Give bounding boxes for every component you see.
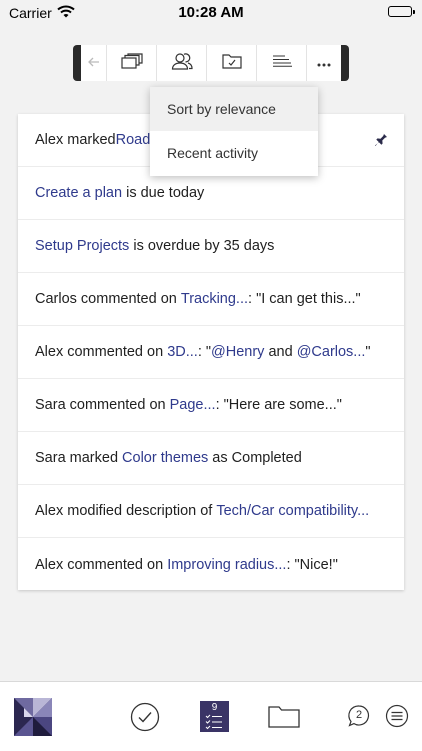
activity-list: Alex marked Road Create a plan is due to… [18, 114, 404, 590]
view-toolbar [73, 45, 349, 81]
battery-icon [388, 6, 415, 17]
clock: 10:28 AM [178, 4, 244, 21]
sort-button[interactable] [257, 45, 307, 81]
activity-text: Alex modified description of [35, 503, 217, 519]
activity-text: Sara marked [35, 450, 123, 466]
tab-notifications[interactable]: 2 [347, 704, 371, 728]
tab-folders[interactable] [268, 706, 300, 733]
sort-icon [272, 54, 292, 72]
comment-text: : "I can get this..." [248, 291, 361, 307]
boards-icon [120, 52, 143, 74]
task-link[interactable]: Road [116, 132, 151, 148]
mention-link[interactable]: @Henry [211, 344, 264, 360]
list-item[interactable]: Sara marked Color themes as Completed [18, 432, 404, 485]
more-button[interactable] [307, 45, 341, 81]
activity-text: Alex commented on [35, 556, 168, 573]
task-link[interactable]: Create a plan [35, 185, 122, 201]
comment-text: : " [197, 344, 212, 360]
more-icon [317, 54, 331, 72]
activity-text: Sara commented on [35, 397, 170, 413]
task-link[interactable]: Page... [170, 397, 216, 413]
app-logo[interactable] [14, 698, 52, 741]
activity-text: is due today [122, 185, 205, 201]
logo-icon [14, 698, 52, 736]
menu-icon [385, 704, 409, 728]
tab-bar: 9 2 [0, 681, 422, 751]
task-link[interactable]: Setup Projects [35, 238, 129, 254]
list-item[interactable]: Alex commented on Improving radius...: "… [18, 538, 404, 591]
sort-menu: Sort by relevance Recent activity [150, 87, 318, 176]
projects-button[interactable] [207, 45, 257, 81]
back-arrow-icon [87, 54, 100, 72]
list-item[interactable]: Carlos commented on Tracking...: "I can … [18, 273, 404, 326]
status-bar: Carrier 10:28 AM [0, 0, 422, 26]
comment-text: : "Here are some..." [215, 397, 342, 413]
activity-text: as Completed [208, 450, 302, 466]
activity-text: is overdue by 35 days [129, 238, 275, 254]
comment-text: and [264, 344, 297, 360]
task-list-icon [205, 714, 222, 730]
list-item[interactable]: Setup Projects is overdue by 35 days [18, 220, 404, 273]
list-item[interactable]: Sara commented on Page...: "Here are som… [18, 379, 404, 432]
task-link[interactable]: Tech/Car compatibility... [216, 503, 369, 519]
people-button[interactable] [157, 45, 207, 81]
activity-text: Carlos commented on [35, 291, 181, 307]
notification-count: 2 [355, 709, 363, 721]
list-item[interactable]: Alex modified description of Tech/Car co… [18, 485, 404, 538]
list-item[interactable]: Alex commented on 3D...: " @Henry and @Ca… [18, 326, 404, 379]
mention-link[interactable]: @Carlos... [297, 344, 366, 360]
pin-icon[interactable] [374, 131, 388, 151]
folder-check-icon [221, 53, 242, 74]
people-icon [171, 52, 193, 75]
activity-text: Alex marked [35, 132, 116, 148]
comment-text: : "Nice!" [286, 556, 338, 573]
activity-text: Alex commented on [35, 344, 168, 360]
menu-item-recent-activity[interactable]: Recent activity [150, 131, 318, 175]
back-button[interactable] [81, 45, 107, 81]
tab-tasks-done[interactable] [130, 702, 160, 737]
tab-tasks[interactable]: 9 [200, 701, 229, 732]
tab-menu[interactable] [385, 704, 409, 733]
task-link[interactable]: Tracking... [181, 291, 248, 307]
task-link[interactable]: Color themes [122, 450, 208, 466]
folder-icon [268, 706, 300, 728]
check-circle-icon [130, 702, 160, 732]
menu-item-sort-by-relevance[interactable]: Sort by relevance [150, 87, 318, 131]
boards-button[interactable] [107, 45, 157, 81]
task-link[interactable]: Improving radius... [167, 557, 286, 573]
comment-text: " [365, 344, 371, 360]
task-link[interactable]: 3D... [167, 344, 198, 360]
